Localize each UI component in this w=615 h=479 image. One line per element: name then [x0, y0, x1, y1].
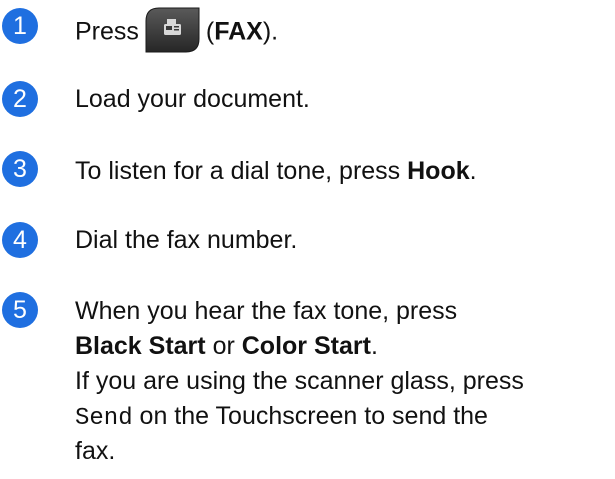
- step-5-number-badge: 5: [2, 292, 38, 328]
- step-5-line-4: Send on the Touchscreen to send the: [75, 400, 615, 435]
- step-5-line-4-rest: on the Touchscreen to send the: [132, 402, 488, 430]
- step-3-end: .: [469, 157, 477, 185]
- black-start-label: Black Start: [75, 332, 206, 360]
- step-5-line-5: fax.: [75, 437, 116, 465]
- step-3-text: To listen for a dial tone, press Hook.: [75, 155, 615, 188]
- step-1-close: ).: [262, 17, 279, 46]
- step-4-text: Dial the fax number.: [75, 226, 298, 254]
- step-5-line-2: Black Start or Color Start.: [75, 330, 615, 363]
- step-3-body: To listen for a dial tone, press: [75, 157, 408, 185]
- step-4-number-badge: 4: [2, 222, 38, 258]
- step-5-line-3: If you are using the scanner glass, pres…: [75, 367, 524, 395]
- color-start-label: Color Start: [241, 332, 371, 360]
- step-1-press-word: Press: [75, 17, 139, 46]
- step-1-number-badge: 1: [2, 8, 38, 44]
- step-1-open-paren: (: [205, 17, 215, 46]
- step-5-period: .: [370, 332, 378, 360]
- step-2-text: Load your document.: [75, 85, 310, 113]
- hook-label: Hook: [407, 157, 470, 185]
- fax-icon: [145, 7, 200, 53]
- fax-label: FAX: [214, 17, 263, 46]
- step-1-text: Press (FAX).: [75, 7, 615, 56]
- fax-button: [145, 7, 200, 53]
- send-label: Send: [75, 405, 133, 432]
- step-5-or: or: [205, 332, 242, 360]
- step-5-line-1: When you hear the fax tone, press: [75, 297, 458, 325]
- step-2-number-badge: 2: [2, 81, 38, 117]
- step-3-number-badge: 3: [2, 151, 38, 187]
